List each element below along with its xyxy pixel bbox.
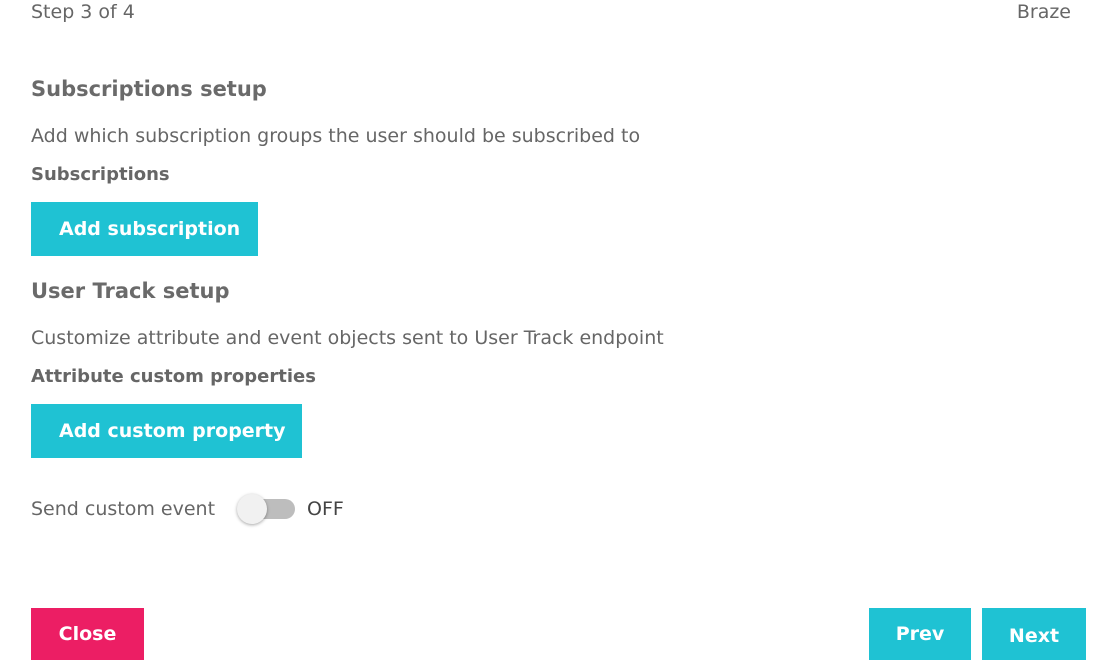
toggle-state-text: OFF (307, 498, 344, 520)
send-custom-event-label: Send custom event (31, 498, 216, 520)
send-custom-event-toggle[interactable] (237, 494, 296, 524)
subscriptions-field-label: Subscriptions (31, 164, 170, 185)
user-track-description: Customize attribute and event objects se… (31, 327, 664, 349)
add-custom-property-button[interactable]: Add custom property (31, 404, 302, 458)
subscriptions-section-title: Subscriptions setup (31, 77, 267, 101)
toggle-knob (237, 494, 268, 524)
subscriptions-description: Add which subscription groups the user s… (31, 125, 641, 147)
attribute-custom-properties-label: Attribute custom properties (31, 366, 316, 387)
step-indicator: Step 3 of 4 (31, 1, 135, 23)
braze-setup-step: Step 3 of 4 Braze Subscriptions setup Ad… (0, 0, 1116, 660)
next-button[interactable]: Next (982, 608, 1086, 660)
user-track-section-title: User Track setup (31, 279, 230, 303)
prev-button[interactable]: Prev (869, 608, 971, 660)
add-subscription-button[interactable]: Add subscription (31, 202, 258, 256)
integration-name: Braze (1016, 1, 1071, 23)
send-custom-event-row: Send custom event OFF (31, 494, 344, 524)
close-button[interactable]: Close (31, 608, 144, 660)
